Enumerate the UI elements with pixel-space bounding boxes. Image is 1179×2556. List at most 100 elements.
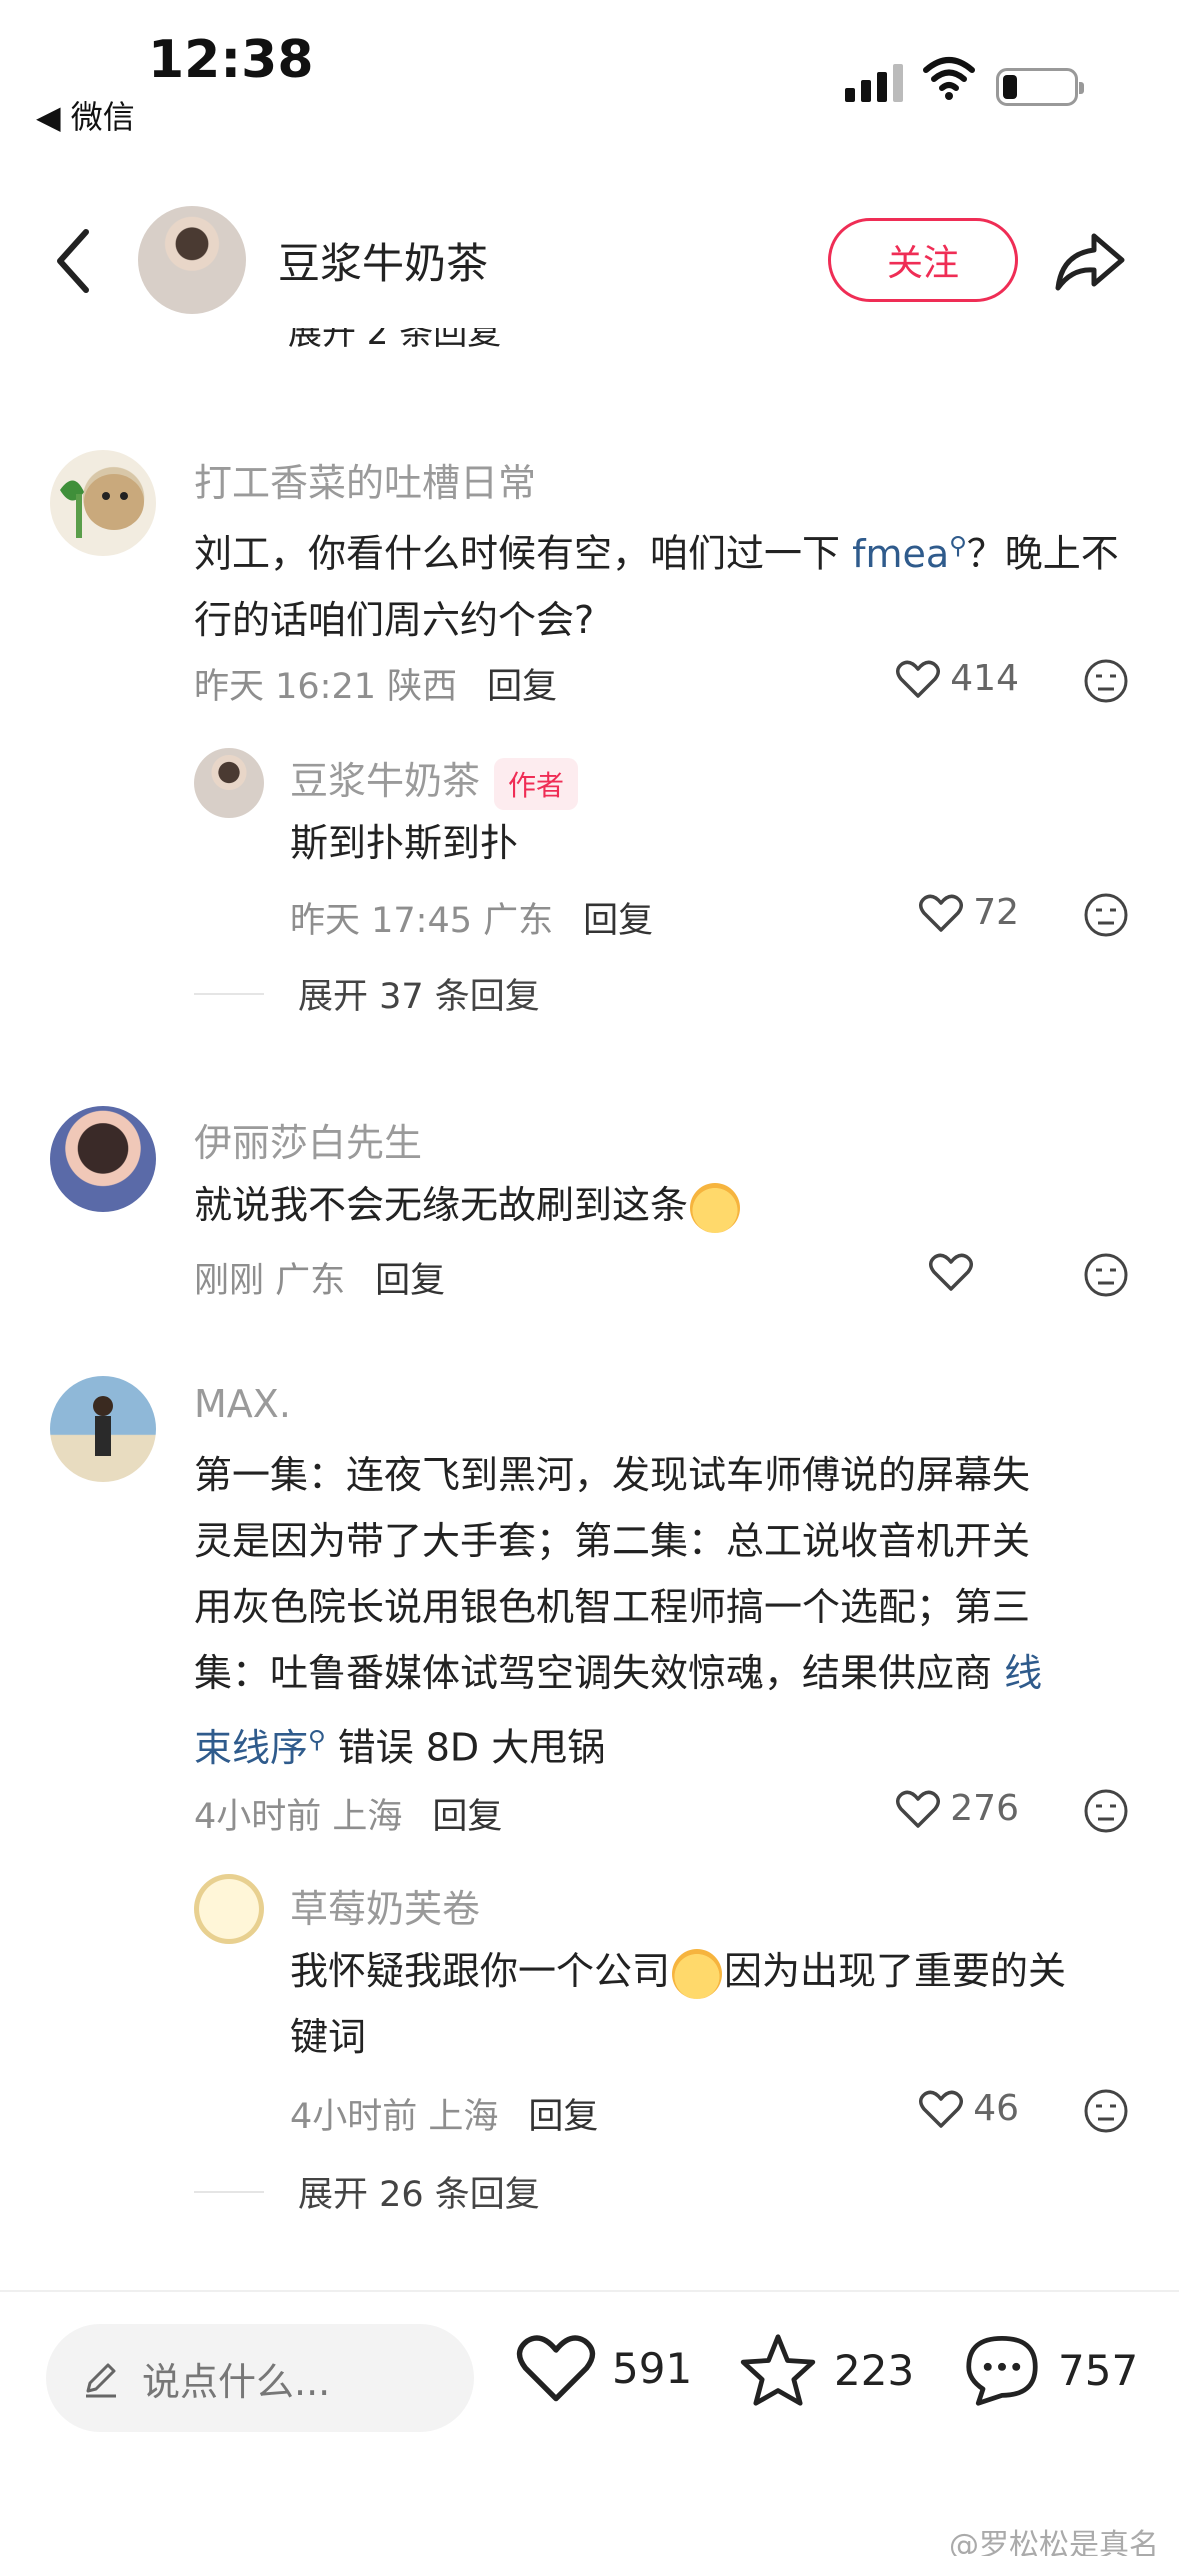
search-link-fmea[interactable]: fmea⚲ xyxy=(852,531,967,576)
wifi-icon xyxy=(923,57,975,100)
cellular-signal-icon xyxy=(845,64,903,102)
crying-emoji-icon xyxy=(690,1182,741,1233)
like-count: 276 xyxy=(950,1788,1019,1829)
cilantro-cat-avatar-icon xyxy=(60,474,144,538)
search-mini-icon: ⚲ xyxy=(949,531,967,559)
replier-avatar[interactable] xyxy=(194,1874,264,1944)
smile-emoji-icon xyxy=(672,1948,723,1999)
dislike-icon[interactable] xyxy=(1083,1252,1129,1298)
author-badge: 作者 xyxy=(494,757,579,810)
dislike-icon[interactable] xyxy=(1083,1788,1129,1834)
author-name[interactable]: 豆浆牛奶茶 xyxy=(278,230,488,291)
comment-line: 灵是因为带了大手套；第二集：总工说收音机开关 xyxy=(194,1519,1031,1563)
chat-bubble-icon xyxy=(966,2335,1038,2406)
reply-text: 我怀疑我跟你一个公司 因为出现了重要的关 键词 xyxy=(290,1938,1150,2070)
heart-icon xyxy=(929,1253,973,1291)
reply-button[interactable]: 回复 xyxy=(583,901,653,941)
comment-time: 昨天 16:21 陕西 xyxy=(194,667,458,707)
comment-text: 第一集：连夜飞到黑河，发现试车师傅说的屏幕失 灵是因为带了大手套；第二集：总工说… xyxy=(194,1442,1154,1781)
comment-input-placeholder: 说点什么... xyxy=(142,2359,331,2404)
status-time: 12:38 xyxy=(148,30,314,90)
status-bar: 12:38 ◀ 微信 xyxy=(0,0,1179,150)
replier-name[interactable]: 豆浆牛奶茶 作者 xyxy=(290,750,579,810)
commenter-name[interactable]: MAX. xyxy=(194,1382,291,1426)
heart-icon xyxy=(919,894,964,932)
comment-post-button[interactable]: 757 xyxy=(962,2332,1138,2408)
share-icon[interactable] xyxy=(1054,230,1126,292)
search-link-harness[interactable]: 线 xyxy=(1004,1651,1042,1695)
dislike-icon[interactable] xyxy=(1083,2088,1129,2134)
dislike-icon[interactable] xyxy=(1083,892,1129,938)
link-text: 束线序 xyxy=(194,1725,309,1770)
star-icon xyxy=(740,2334,816,2406)
commenter-avatar[interactable] xyxy=(50,1106,156,1212)
commenter-name[interactable]: 伊丽莎白先生 xyxy=(194,1112,422,1167)
divider-line xyxy=(194,2190,264,2193)
post-favorite-count: 223 xyxy=(834,2345,915,2395)
expand-replies-button[interactable]: 展开 26 条回复 xyxy=(194,2166,540,2217)
comment-line: 束线序⚲ 错误 8D 大甩锅 xyxy=(194,1706,1154,1781)
dislike-icon[interactable] xyxy=(1083,658,1129,704)
like-button[interactable]: 46 xyxy=(919,2088,1019,2129)
link-text: fmea xyxy=(852,531,950,576)
heart-icon xyxy=(516,2335,596,2402)
comment-meta: 刚刚 广东 回复 xyxy=(194,1252,445,1303)
heart-icon xyxy=(896,1790,941,1828)
reply-button[interactable]: 回复 xyxy=(487,667,557,707)
watermark: @罗松松是真名 xyxy=(949,2528,1159,2556)
commenter-name[interactable]: 打工香菜的吐槽日常 xyxy=(194,452,536,507)
divider-line xyxy=(194,992,264,995)
back-arrow-icon[interactable] xyxy=(46,226,106,296)
comment-text-part: 错误 8D 大甩锅 xyxy=(325,1725,606,1770)
search-mini-icon: ⚲ xyxy=(308,1725,326,1753)
reply-text-part: 因为出现了重要的关 xyxy=(724,1949,1067,1993)
commenter-avatar[interactable] xyxy=(50,1376,156,1482)
like-post-button[interactable]: 591 xyxy=(516,2332,692,2404)
replier-name[interactable]: 草莓奶芙卷 xyxy=(290,1878,480,1933)
back-to-app-link[interactable]: ◀ 微信 xyxy=(36,92,135,138)
reply-time: 昨天 17:45 广东 xyxy=(290,901,554,941)
commenter-avatar[interactable] xyxy=(50,450,156,556)
comment-text-part: 集：吐鲁番媒体试驾空调失效惊魂，结果供应商 xyxy=(194,1651,1005,1695)
like-button[interactable]: 72 xyxy=(919,892,1019,933)
comment-text-part: 就说我不会无缘无故刷到这条 xyxy=(194,1183,689,1227)
reply-meta: 昨天 17:45 广东 回复 xyxy=(290,892,653,943)
like-button[interactable]: 276 xyxy=(896,1788,1019,1829)
reply-button[interactable]: 回复 xyxy=(528,2097,598,2137)
like-count: 46 xyxy=(973,2088,1019,2129)
like-button[interactable] xyxy=(929,1252,983,1292)
reply-button[interactable]: 回复 xyxy=(375,1261,445,1301)
post-comment-count: 757 xyxy=(1058,2345,1139,2395)
comment-meta: 昨天 16:21 陕西 回复 xyxy=(194,658,557,709)
heart-icon xyxy=(919,2090,964,2128)
follow-button[interactable]: 关注 xyxy=(828,218,1018,302)
comment-input[interactable]: 说点什么... xyxy=(46,2324,474,2432)
expand-replies-label: 展开 37 条回复 xyxy=(298,977,540,1017)
comment-text-part: 刘工，你看什么时候有空，咱们过一下 xyxy=(194,531,853,576)
comment-text: 就说我不会无缘无故刷到这条 xyxy=(194,1172,742,1238)
like-count: 414 xyxy=(950,658,1019,699)
reply-line: 我怀疑我跟你一个公司 因为出现了重要的关 xyxy=(290,1938,1150,2004)
comment-text: 刘工，你看什么时候有空，咱们过一下 fmea⚲？晚上不行的话咱们周六约个会? xyxy=(194,512,1134,653)
cut-off-expand-text: 展开 2 条回复 xyxy=(288,328,502,353)
reply-text-part: 我怀疑我跟你一个公司 xyxy=(290,1949,671,1993)
like-button[interactable]: 414 xyxy=(896,658,1019,699)
heart-icon xyxy=(896,660,941,698)
beach-person-avatar-icon xyxy=(93,1396,113,1456)
comment-time: 刚刚 广东 xyxy=(194,1261,346,1301)
reply-meta: 4小时前 上海 回复 xyxy=(290,2088,598,2139)
battery-icon xyxy=(996,68,1084,106)
author-avatar[interactable] xyxy=(138,206,246,314)
reply-button[interactable]: 回复 xyxy=(432,1797,502,1837)
pencil-icon xyxy=(86,2363,116,2398)
post-like-count: 591 xyxy=(612,2343,693,2393)
like-count: 72 xyxy=(973,892,1019,933)
expand-replies-button[interactable]: 展开 37 条回复 xyxy=(194,968,540,1019)
replier-avatar[interactable] xyxy=(194,748,264,818)
reply-line: 键词 xyxy=(290,2015,367,2059)
favorite-post-button[interactable]: 223 xyxy=(738,2332,914,2408)
post-header: 豆浆牛奶茶 关注 xyxy=(0,190,1179,330)
search-link-harness-cont[interactable]: 束线序⚲ xyxy=(194,1725,326,1770)
bottom-action-bar: 说点什么... 591 223 757 xyxy=(0,2290,1179,2556)
comment-time: 4小时前 上海 xyxy=(194,1797,403,1837)
